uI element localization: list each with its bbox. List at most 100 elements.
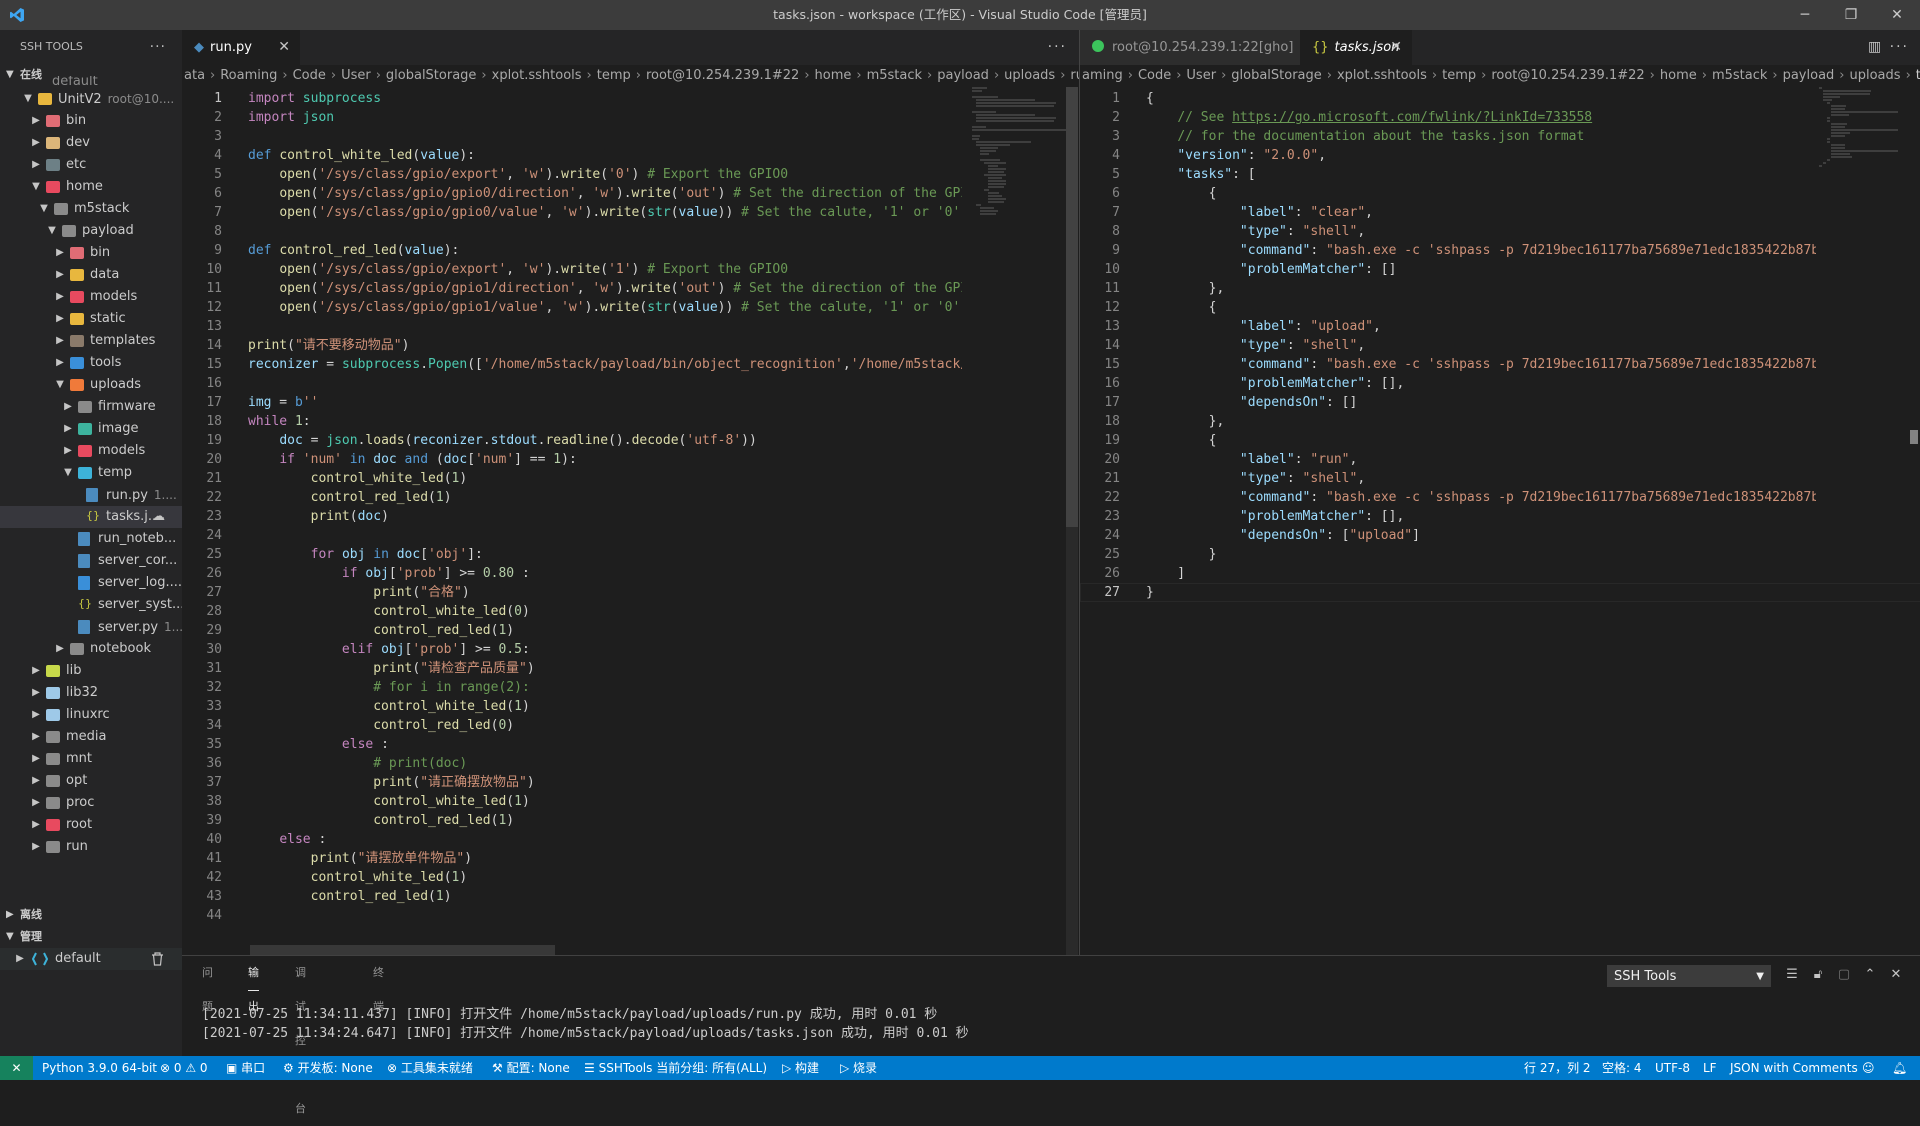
manage-item-default[interactable]: ▶ default	[0, 948, 182, 970]
breadcrumb-segment[interactable]: home	[1660, 68, 1697, 83]
minimize-button[interactable]: ─	[1782, 0, 1828, 30]
sshtools-group-item[interactable]: ☰ SSHTools 当前分组: 所有(ALL)	[584, 1056, 767, 1080]
editor-actions-icon[interactable]: ···	[1048, 30, 1067, 65]
tree-item[interactable]: server.py 1...	[0, 616, 182, 638]
minimap-right[interactable]	[1819, 87, 1919, 955]
tab-run-py[interactable]: ◆ run.py ✕	[182, 30, 300, 65]
cloud-upload-icon[interactable]: ☁	[152, 506, 165, 528]
tab-remote-connection[interactable]: root@10.254.239.1:22[gho]	[1080, 30, 1300, 65]
code-editor-right[interactable]: 1 {2 // See https://go.microsoft.com/fwli…	[1080, 87, 1920, 955]
output-channel-select[interactable]: SSH Tools ▼	[1607, 965, 1771, 987]
breadcrumb-segment[interactable]: globalStorage	[386, 68, 477, 83]
tree-item[interactable]: {} server_syst...	[0, 594, 182, 616]
breadcrumb-segment[interactable]: m5stack	[1712, 68, 1767, 83]
tree-item[interactable]: ▶ data	[0, 264, 182, 286]
tree-item[interactable]: ▶ tools	[0, 352, 182, 374]
problems-count[interactable]: ⊗ 0 ⚠ 0	[160, 1056, 208, 1080]
remote-indicator-icon[interactable]: ✕	[0, 1056, 33, 1080]
tree-item[interactable]: ▶ models	[0, 286, 182, 308]
breadcrumb-segment[interactable]: User	[1186, 68, 1216, 83]
tree-item[interactable]: ▶ linuxrc	[0, 704, 182, 726]
clear-output-icon[interactable]: ☰	[1783, 966, 1801, 984]
breadcrumb-segment[interactable]: ata	[184, 68, 205, 83]
tree-item[interactable]: ▶ lib32	[0, 682, 182, 704]
tree-item[interactable]: ▼ m5stack	[0, 198, 182, 220]
breadcrumb-segment[interactable]: temp	[597, 68, 631, 83]
close-tab-icon[interactable]: ✕	[1390, 30, 1402, 65]
tree-item[interactable]: ▶ notebook	[0, 638, 182, 660]
minimap-left[interactable]	[972, 87, 1072, 955]
build-button[interactable]: ▷ 构建	[782, 1056, 819, 1080]
devboard-item[interactable]: ⚙ 开发板: None	[283, 1056, 373, 1080]
trash-icon[interactable]	[151, 952, 164, 966]
breadcrumb-segment[interactable]: temp	[1442, 68, 1476, 83]
tree-item[interactable]: {} tasks.j... ☁	[0, 506, 182, 528]
breadcrumb-segment[interactable]: xplot.sshtools	[1337, 68, 1427, 83]
vertical-scrollbar-left[interactable]	[1066, 87, 1078, 955]
tree-item[interactable]: ▶ proc	[0, 792, 182, 814]
section-offline[interactable]: ▶ 离线	[0, 904, 182, 926]
tree-item[interactable]: ▶ lib	[0, 660, 182, 682]
lock-scroll-icon[interactable]: 🔓︎	[1809, 966, 1827, 984]
close-panel-icon[interactable]: ✕	[1887, 966, 1905, 984]
breadcrumb-segment[interactable]: payload	[1783, 68, 1835, 83]
tree-item[interactable]: ▶ etc	[0, 154, 182, 176]
tree-item[interactable]: run.py 1....	[0, 484, 182, 506]
tree-item[interactable]: ▶ bin	[0, 242, 182, 264]
bell-icon[interactable]: 🔔︎	[1892, 1056, 1907, 1080]
section-manage[interactable]: ▼ 管理	[0, 926, 182, 948]
encoding[interactable]: UTF-8	[1655, 1056, 1690, 1080]
tree-item[interactable]: ▶ firmware	[0, 396, 182, 418]
tree-item[interactable]: ▶ mnt	[0, 748, 182, 770]
tree-item[interactable]: ▶ media	[0, 726, 182, 748]
breadcrumb-segment[interactable]: aming	[1082, 68, 1123, 83]
config-item[interactable]: ⚒ 配置: None	[492, 1056, 570, 1080]
code-editor-left[interactable]: 1 import subprocess 2 import json 3 4 def cont…	[182, 87, 1079, 955]
breadcrumb-segment[interactable]: Code	[1138, 68, 1171, 83]
python-interpreter[interactable]: Python 3.9.0 64-bit	[42, 1056, 157, 1080]
breadcrumb-segment[interactable]: m5stack	[867, 68, 922, 83]
tree-item[interactable]: ▶ dev	[0, 132, 182, 154]
breadcrumb-segment[interactable]: root@10.254.239.1#22	[646, 68, 799, 83]
breadcrumb-segment[interactable]: tasks.json	[1916, 68, 1920, 83]
tree-item[interactable]: ▶ root	[0, 814, 182, 836]
horizontal-scrollbar-left[interactable]	[250, 945, 555, 955]
tree-item[interactable]: ▶ run	[0, 836, 182, 858]
panel-tab[interactable]: 输出	[248, 956, 259, 1013]
serial-port-item[interactable]: ▣ 串口	[226, 1056, 265, 1080]
cursor-position[interactable]: 行 27，列 2	[1524, 1056, 1591, 1080]
tree-item[interactable]: server_log....	[0, 572, 182, 594]
indentation[interactable]: 空格: 4	[1602, 1056, 1642, 1080]
breadcrumb-segment[interactable]: uploads	[1004, 68, 1055, 83]
tree-item[interactable]: server_cor...	[0, 550, 182, 572]
breadcrumb-segment[interactable]: home	[815, 68, 852, 83]
feedback-icon[interactable]: ☺	[1862, 1056, 1875, 1080]
panel-tab[interactable]: 调试控制台	[295, 956, 306, 1115]
tree-item[interactable]: ▼ home	[0, 176, 182, 198]
breadcrumb-segment[interactable]: globalStorage	[1231, 68, 1322, 83]
tree-item[interactable]: ▶ opt	[0, 770, 182, 792]
tree-item[interactable]: ▼ temp	[0, 462, 182, 484]
more-actions-icon[interactable]: ···	[150, 30, 166, 64]
tab-tasks-json[interactable]: {} tasks.json ✕	[1300, 30, 1412, 65]
panel-tab[interactable]: 终端	[373, 956, 384, 1013]
split-editor-icon[interactable]: ▥ ···	[1868, 30, 1909, 65]
toolset-item[interactable]: ⊗ 工具集未就绪	[387, 1056, 473, 1080]
tree-item[interactable]: ▼ payload	[0, 220, 182, 242]
breadcrumb-segment[interactable]: xplot.sshtools	[492, 68, 582, 83]
tree-item[interactable]: ▶ image	[0, 418, 182, 440]
scroll-thumb[interactable]	[1066, 87, 1078, 527]
restore-button[interactable]: ❐	[1828, 0, 1874, 30]
open-log-icon[interactable]: ▢	[1835, 966, 1853, 984]
panel-tab[interactable]: 问题	[202, 956, 213, 1013]
tree-item[interactable]: ▶ static	[0, 308, 182, 330]
breadcrumb-segment[interactable]: run.py	[1070, 68, 1079, 83]
tree-item[interactable]: ▼ UnitV2 root@10....	[0, 88, 182, 110]
tree-item[interactable]: ▶ bin	[0, 110, 182, 132]
tree-item[interactable]: ▶ templates	[0, 330, 182, 352]
breadcrumb-segment[interactable]: Code	[293, 68, 326, 83]
flash-button[interactable]: ▷ 烧录	[840, 1056, 877, 1080]
breadcrumb-segment[interactable]: root@10.254.239.1#22	[1491, 68, 1644, 83]
close-tab-icon[interactable]: ✕	[278, 30, 290, 65]
tree-item[interactable]: ▶ models	[0, 440, 182, 462]
